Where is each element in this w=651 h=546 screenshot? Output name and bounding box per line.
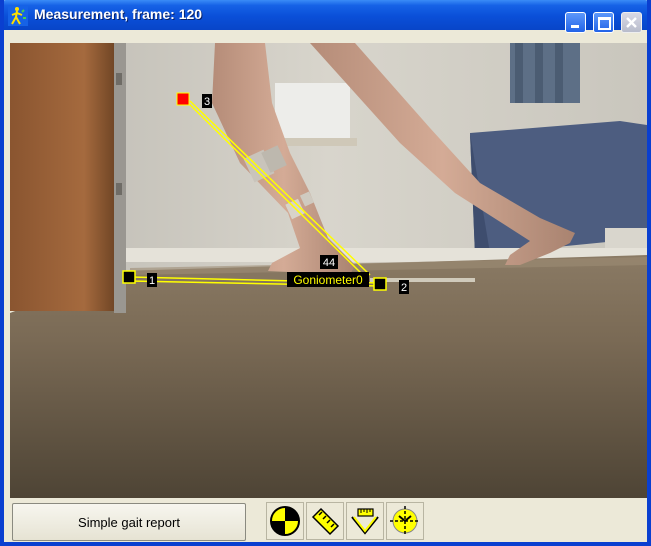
angle-tool-button[interactable] [346,502,384,540]
marker-label-2: 2 [399,280,409,294]
minimize-button[interactable] [565,12,586,33]
angle-value: 44 [320,255,338,269]
marker-point-3[interactable] [176,92,190,106]
target-tool-button[interactable] [266,502,304,540]
window-title: Measurement, frame: 120 [34,6,203,22]
angle-measure-icon [351,508,379,535]
crosshair-tool-button[interactable] [386,502,424,540]
close-button[interactable] [621,12,642,33]
title-bar[interactable]: Measurement, frame: 120 [4,0,647,33]
svg-text:44: 44 [323,257,335,269]
maximize-button[interactable] [593,12,614,33]
target-icon [270,506,300,536]
ruler-icon [311,507,340,536]
crosshair-icon [390,506,420,536]
marker-label-1: 1 [147,273,157,287]
goniometer-label: Goniometer0 [287,272,369,287]
marker-point-1[interactable] [122,270,136,284]
marker-point-2[interactable] [373,277,387,291]
svg-text:1: 1 [149,275,155,287]
svg-text:Goniometer0: Goniometer0 [293,273,363,287]
ruler-tool-button[interactable] [306,502,344,540]
simple-gait-report-button[interactable]: Simple gait report [12,503,246,541]
walking-person-icon [8,6,28,26]
measurement-window: Measurement, frame: 120 1 2 3 44 Goniome… [0,0,651,546]
measurement-toolbar [266,502,424,542]
marker-label-3: 3 [202,94,212,108]
bottom-panel: Simple gait report [4,498,647,542]
svg-text:2: 2 [401,282,407,294]
close-icon [626,17,637,28]
video-frame[interactable]: 1 2 3 44 Goniometer0 [10,43,647,498]
svg-text:3: 3 [204,96,210,108]
